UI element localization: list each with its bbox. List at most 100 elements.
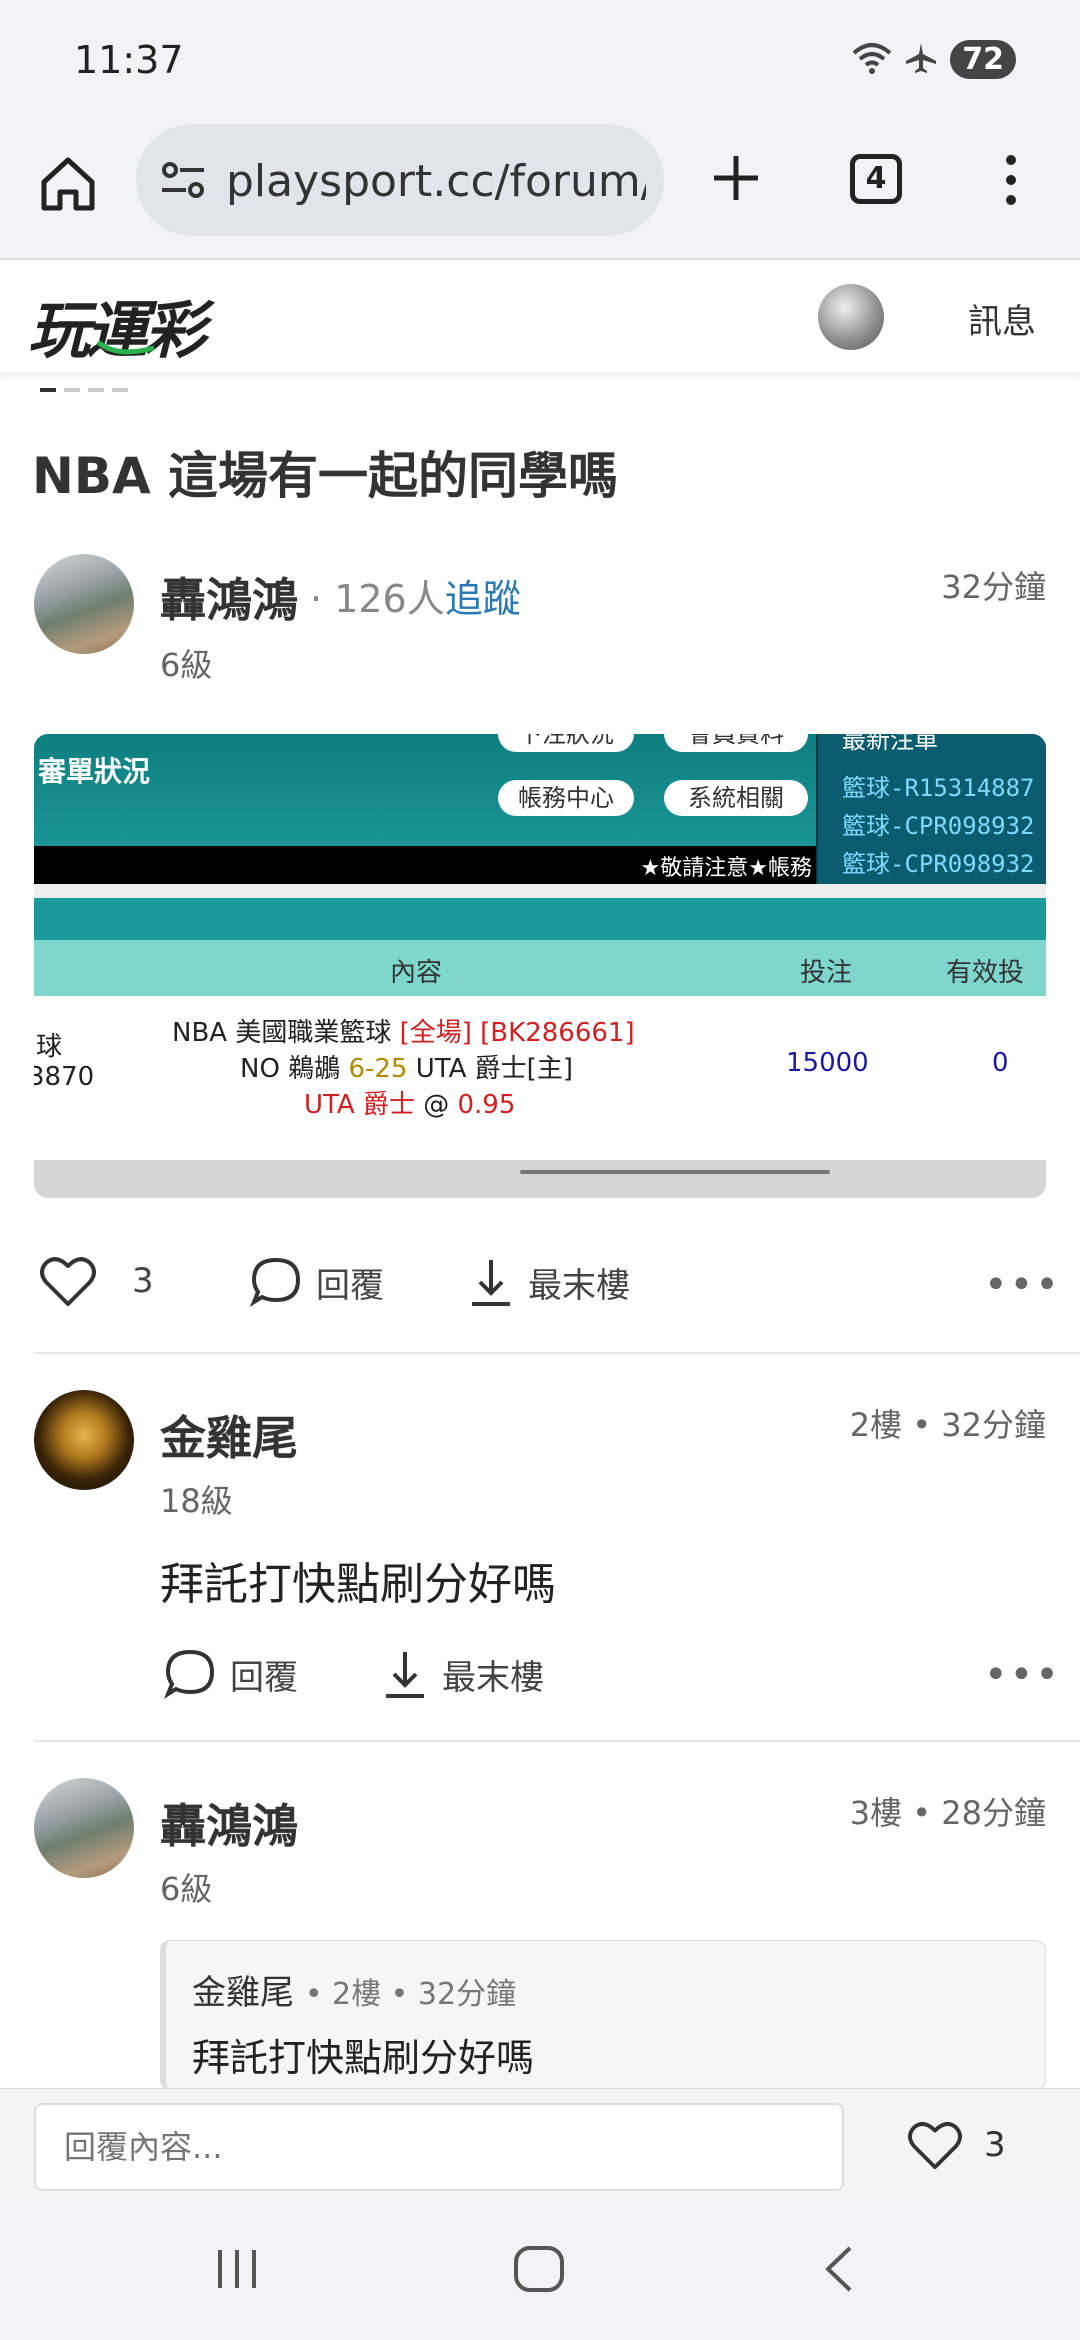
back-chevron-icon — [825, 2246, 852, 2292]
browser-toolbar: playsport.cc/forum/p 4 — [0, 120, 1080, 260]
row-bet: 15000 — [786, 1048, 869, 1078]
more-options-button[interactable]: ••• — [984, 1262, 1061, 1308]
divider — [34, 1352, 1080, 1354]
tab-switcher-button[interactable]: 4 — [850, 154, 902, 204]
author-level: 6級 — [160, 646, 213, 684]
row-line3-a: UTA 爵士 — [304, 1090, 415, 1120]
row-left-1: 球 — [36, 1032, 63, 1062]
status-time: 11:37 — [74, 38, 184, 82]
status-bar: 11:37 72 — [0, 0, 1080, 120]
page-indicator — [40, 388, 128, 392]
heart-icon — [906, 2119, 964, 2171]
site-logo[interactable]: 玩運彩 — [28, 280, 206, 370]
embed-table-header: 內容 投注 有效投注 — [34, 940, 1046, 1025]
last-floor-button[interactable]: 最末樓 — [468, 1256, 630, 1308]
row-left-2: 3870 — [34, 1062, 95, 1092]
embed-notice: ★敬請注意★帳務 — [640, 856, 812, 881]
row-line1-b: [全場] [BK286661] — [399, 1018, 635, 1048]
commenter-name[interactable]: 轟鴻鴻 — [160, 1790, 298, 1856]
home-circle-icon — [514, 2246, 564, 2292]
header-bet: 投注 — [800, 958, 853, 988]
embed-title: 審單狀況 — [38, 755, 151, 788]
embed-notice-bar: ★敬請注意★帳務 — [34, 846, 816, 884]
status-icons: 72 — [852, 40, 1016, 79]
back-button[interactable] — [820, 2244, 860, 2298]
author-avatar[interactable] — [34, 554, 134, 654]
row-line3-b: @ — [423, 1090, 450, 1120]
like-count: 3 — [132, 1261, 154, 1301]
reply-bar-like-button[interactable]: 3 — [906, 2119, 1006, 2171]
commenter-level: 6級 — [160, 1870, 213, 1908]
row-line2-c: UTA 爵士[主] — [415, 1054, 573, 1084]
home-nav-button[interactable] — [512, 2244, 566, 2298]
embed-scrollbar[interactable] — [520, 1170, 830, 1174]
row-line2-b: 6-25 — [348, 1054, 408, 1084]
embed-side-item: 籃球-CPR098932 — [842, 850, 1035, 878]
home-icon — [41, 157, 95, 211]
commenter-avatar[interactable] — [34, 1390, 134, 1490]
post-image[interactable]: 審單狀況 下注狀況 會員資料 帳務中心 系統相關 最新注單 籃球-R153148… — [34, 734, 1046, 1198]
reply-button[interactable]: 回覆 — [250, 1256, 384, 1308]
embed-table-row: 球 3870 NBA 美國職業籃球 [全場] [BK286661] NO 鵜鶘 … — [34, 996, 1046, 1156]
commenter-level: 18級 — [160, 1482, 233, 1520]
quoted-comment: 金雞尾 • 2樓 • 32分鐘 拜託打快點刷分好嗎 — [160, 1940, 1046, 2090]
commenter-avatar[interactable] — [34, 1778, 134, 1878]
reply-label: 回覆 — [316, 1265, 384, 1306]
like-button[interactable]: 3 — [38, 1254, 154, 1308]
row-line1-a: NBA 美國職業籃球 — [172, 1018, 392, 1048]
embed-pill: 帳務中心 — [498, 780, 634, 816]
reply-label: 回覆 — [230, 1657, 298, 1698]
comment-meta: 2樓 • 32分鐘 — [849, 1406, 1046, 1444]
post-title: NBA 這場有一起的同學嗎 — [32, 447, 619, 505]
new-tab-button[interactable] — [708, 150, 764, 206]
header-content: 內容 — [390, 958, 443, 988]
comment-meta: 3樓 • 28分鐘 — [849, 1794, 1046, 1832]
site-settings-icon[interactable] — [160, 160, 206, 200]
comment-reply-button[interactable]: 回覆 — [164, 1648, 298, 1700]
row-valid: 0 — [992, 1048, 1009, 1078]
home-button[interactable] — [36, 152, 100, 216]
messages-link[interactable]: 訊息 — [968, 294, 1036, 343]
divider — [34, 1740, 1080, 1742]
embed-scrollbar-area — [34, 1160, 1046, 1198]
battery-indicator: 72 — [950, 40, 1016, 79]
post-time: 32分鐘 — [941, 568, 1046, 606]
recent-apps-icon — [218, 2250, 256, 2288]
followers-count: 126人 — [334, 577, 445, 621]
followers-info: · 126人追蹤 — [310, 568, 521, 623]
reply-bar: 3 — [0, 2088, 1080, 2204]
row-line3-c: 0.95 — [457, 1090, 516, 1120]
comment-last-floor-button[interactable]: 最末樓 — [382, 1648, 544, 1700]
embed-side-title: 最新注單 — [842, 734, 938, 754]
reply-input[interactable] — [34, 2103, 844, 2191]
plus-icon — [714, 156, 758, 200]
embed-side-item: 籃球-CPR098932 — [842, 812, 1035, 840]
quote-text: 拜託打快點刷分好嗎 — [192, 2036, 535, 2080]
commenter-name[interactable]: 金雞尾 — [160, 1402, 298, 1468]
follow-link[interactable]: 追蹤 — [445, 577, 521, 621]
embed-side-panel: 最新注單 籃球-R15314887 籃球-CPR098932 籃球-CPR098… — [816, 734, 1046, 884]
user-avatar[interactable] — [818, 284, 884, 350]
recent-apps-button[interactable] — [212, 2244, 262, 2298]
logo-swoosh-icon — [96, 340, 155, 355]
download-icon — [382, 1648, 428, 1700]
comment-icon — [164, 1648, 216, 1700]
quote-meta: • 2樓 • 32分鐘 — [304, 1977, 517, 2012]
wifi-icon — [852, 41, 892, 79]
last-floor-label: 最末樓 — [442, 1657, 544, 1698]
download-icon — [468, 1256, 514, 1308]
browser-menu-button[interactable] — [996, 150, 1026, 210]
heart-icon — [38, 1254, 98, 1308]
quote-author: 金雞尾 — [192, 1973, 294, 2013]
reply-bar-like-count: 3 — [984, 2125, 1006, 2165]
comment-more-button[interactable]: ••• — [984, 1652, 1061, 1698]
url-text: playsport.cc/forum/p — [226, 156, 646, 207]
embed-pill: 會員資料 — [664, 734, 808, 752]
address-bar[interactable]: playsport.cc/forum/p — [136, 124, 664, 236]
quote-header: 金雞尾 • 2樓 • 32分鐘 — [192, 1965, 516, 2014]
row-line2-a: NO 鵜鶘 — [240, 1054, 341, 1084]
followers-separator: · — [310, 577, 323, 621]
embed-side-item: 籃球-R15314887 — [842, 774, 1035, 802]
comment-icon — [250, 1256, 302, 1308]
author-name[interactable]: 轟鴻鴻 — [160, 564, 298, 630]
